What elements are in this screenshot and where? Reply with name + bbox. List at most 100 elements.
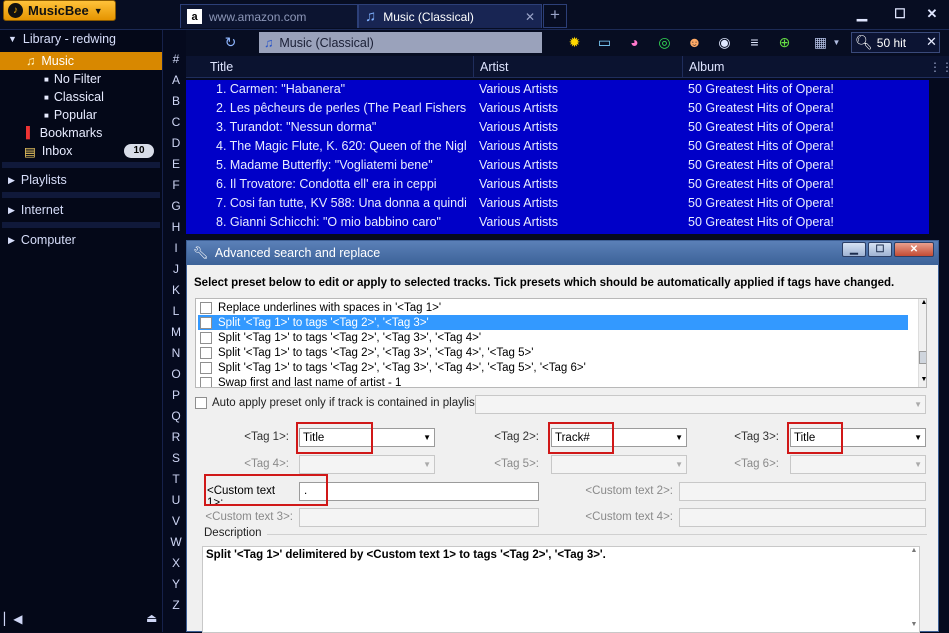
preset-item[interactable]: Split '<Tag 1>' to tags '<Tag 2>', '<Tag… xyxy=(198,360,908,375)
scroll-up-icon[interactable]: ▲ xyxy=(919,299,926,306)
sidebar-section-internet[interactable]: ▶ Internet xyxy=(0,200,162,220)
preset-item[interactable]: Swap first and last name of artist - 1 xyxy=(198,375,908,387)
alpha-index-letter[interactable]: P xyxy=(166,388,186,402)
preset-checkbox[interactable] xyxy=(200,346,212,359)
scroll-down-icon[interactable]: ▼ xyxy=(909,621,919,628)
auto-apply-checkbox[interactable] xyxy=(195,397,208,410)
person-icon[interactable]: ☻ xyxy=(686,34,703,51)
scroll-up-icon[interactable]: ▲ xyxy=(909,547,919,554)
table-row[interactable]: 1. Carmen: "Habanera" Various Artists 50 G… xyxy=(186,80,929,99)
table-row[interactable]: 8. Gianni Schicchi: "O mio babbino caro"… xyxy=(186,213,929,232)
alpha-index-letter[interactable]: C xyxy=(166,115,186,129)
column-chooser-icon[interactable]: ⋮⋮ xyxy=(929,60,949,74)
tag6-select[interactable]: ▼ xyxy=(790,455,926,474)
sidebar-item-bookmarks[interactable]: ▌ Bookmarks xyxy=(0,124,162,142)
close-tab-icon[interactable]: ✕ xyxy=(525,10,535,24)
alpha-index-letter[interactable]: J xyxy=(166,262,186,276)
add-icon[interactable]: ⊕ xyxy=(776,34,793,51)
alpha-index-letter[interactable]: M xyxy=(166,325,186,339)
alpha-index-letter[interactable]: B xyxy=(166,94,186,108)
spiral-icon[interactable]: ◎ xyxy=(656,34,673,51)
column-header-album[interactable]: Album xyxy=(682,56,932,78)
alpha-index-letter[interactable]: G xyxy=(166,199,186,213)
playlist-select[interactable]: ▼ xyxy=(475,395,926,414)
sidebar-item-popular[interactable]: ■ Popular xyxy=(0,106,162,124)
alpha-index-letter[interactable]: F xyxy=(166,178,186,192)
tab-music-classical[interactable]: ♫ Music (Classical) ✕ xyxy=(358,4,542,28)
dialog-minimize-button[interactable]: ▁ xyxy=(842,242,866,257)
table-row[interactable]: 3. Turandot: "Nessun dorma" Various Artis… xyxy=(186,118,929,137)
alpha-index-letter[interactable]: S xyxy=(166,451,186,465)
breadcrumb[interactable]: ♫ Music (Classical) xyxy=(259,32,542,53)
tv-icon[interactable]: ▭ xyxy=(596,34,613,51)
disc-icon[interactable]: ◉ xyxy=(716,34,733,51)
tab-amazon[interactable]: a www.amazon.com xyxy=(180,4,358,28)
alpha-index-letter[interactable]: W xyxy=(166,535,186,549)
alpha-index-letter[interactable]: E xyxy=(166,157,186,171)
preset-checkbox[interactable] xyxy=(200,331,212,344)
sidebar-section-computer[interactable]: ▶ Computer xyxy=(0,230,162,250)
sidebar-item-classical[interactable]: ■ Classical xyxy=(0,88,162,106)
sidebar-item-no-filter[interactable]: ■ No Filter xyxy=(0,70,162,88)
alpha-index-letter[interactable]: H xyxy=(166,220,186,234)
preset-item[interactable]: Split '<Tag 1>' to tags '<Tag 2>', '<Tag… xyxy=(198,345,908,360)
alpha-index-letter[interactable]: K xyxy=(166,283,186,297)
alpha-index-letter[interactable]: T xyxy=(166,472,186,486)
list-icon[interactable]: ≡ xyxy=(746,34,763,51)
alpha-index-letter[interactable]: Q xyxy=(166,409,186,423)
minimize-button[interactable]: ▁ xyxy=(852,6,872,22)
chevron-down-icon[interactable]: ▼ xyxy=(828,34,845,51)
musicbee-menu-button[interactable]: ♪ MusicBee ▼ xyxy=(3,0,116,21)
alpha-index-letter[interactable]: L xyxy=(166,304,186,318)
preset-checkbox[interactable] xyxy=(200,376,212,387)
alpha-index-letter[interactable]: D xyxy=(166,136,186,150)
table-row[interactable]: 4. The Magic Flute, K. 620: Queen of the… xyxy=(186,137,929,156)
sidebar-collapse-icon[interactable]: ▏◀ xyxy=(4,612,22,626)
preset-list-scrollbar[interactable]: ▲ ▼ xyxy=(918,299,926,387)
alpha-index-letter[interactable]: X xyxy=(166,556,186,570)
preset-checkbox[interactable] xyxy=(200,316,212,329)
custom-text4-input[interactable] xyxy=(679,508,926,527)
table-row[interactable]: 2. Les pêcheurs de perles (The Pearl Fis… xyxy=(186,99,929,118)
column-header-artist[interactable]: Artist xyxy=(473,56,683,78)
dialog-maximize-button[interactable]: ☐ xyxy=(868,242,892,257)
tag5-select[interactable]: ▼ xyxy=(551,455,687,474)
preset-item[interactable]: Split '<Tag 1>' to tags '<Tag 2>', '<Tag… xyxy=(198,330,908,345)
table-row[interactable]: 5. Madame Butterfly: "Vogliatemi bene" Va… xyxy=(186,156,929,175)
alpha-index-letter[interactable]: V xyxy=(166,514,186,528)
alpha-index-letter[interactable]: N xyxy=(166,346,186,360)
preset-item[interactable]: Replace underlines with spaces in '<Tag … xyxy=(198,300,908,315)
table-row[interactable]: 6. Il Trovatore: Condotta ell' era in ce… xyxy=(186,175,929,194)
custom-text3-input[interactable] xyxy=(299,508,539,527)
close-window-button[interactable]: ✕ xyxy=(922,6,942,22)
alpha-index-letter[interactable]: R xyxy=(166,430,186,444)
custom-text1-input[interactable]: . xyxy=(299,482,539,501)
upload-icon[interactable]: ⏏ xyxy=(146,611,157,625)
refresh-icon[interactable]: ↻ xyxy=(222,34,239,51)
new-tab-button[interactable]: + xyxy=(543,4,567,28)
sidebar-library-header[interactable]: ▼ Library - redwing xyxy=(0,29,162,49)
view-layout-icon[interactable]: ▦ xyxy=(812,34,829,51)
preset-checkbox[interactable] xyxy=(200,361,212,374)
alpha-index-letter[interactable]: Z xyxy=(166,598,186,612)
column-header-title[interactable]: Title xyxy=(204,56,476,78)
sidebar-item-music[interactable]: ♫ Music xyxy=(0,52,162,70)
sidebar-section-playlists[interactable]: ▶ Playlists xyxy=(0,170,162,190)
dialog-close-button[interactable]: ✕ xyxy=(894,242,934,257)
clear-search-icon[interactable]: ✕ xyxy=(926,34,937,50)
alpha-index-letter[interactable]: I xyxy=(166,241,186,255)
table-row[interactable]: 7. Cosi fan tutte, KV 588: Una donna a q… xyxy=(186,194,929,213)
alpha-index-letter[interactable]: # xyxy=(166,52,186,66)
dialog-title-bar[interactable]: 🔧︎ Advanced search and replace xyxy=(187,241,938,265)
alpha-index-letter[interactable]: A xyxy=(166,73,186,87)
color-wheel-icon[interactable]: ◕ xyxy=(626,34,643,51)
custom-text2-input[interactable] xyxy=(679,482,926,501)
preset-checkbox[interactable] xyxy=(200,301,212,314)
scroll-down-icon[interactable]: ▼ xyxy=(919,376,926,383)
gear-icon[interactable]: ✹ xyxy=(566,34,583,51)
alpha-index-letter[interactable]: O xyxy=(166,367,186,381)
tag4-select[interactable]: ▼ xyxy=(299,455,435,474)
preset-item[interactable]: Split '<Tag 1>' to tags '<Tag 2>', '<Tag… xyxy=(198,315,908,330)
scroll-thumb[interactable] xyxy=(919,351,926,364)
alpha-index-letter[interactable]: Y xyxy=(166,577,186,591)
